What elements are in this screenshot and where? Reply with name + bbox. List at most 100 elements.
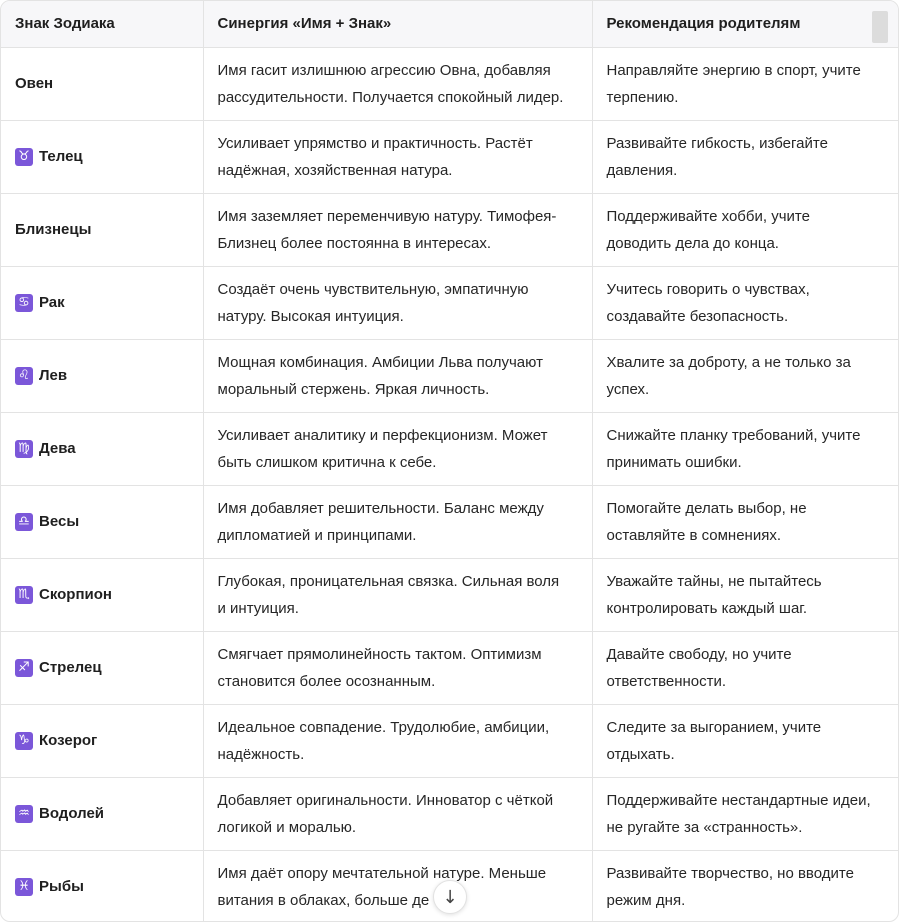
zodiac-sign-name: Рак <box>39 294 65 311</box>
synergy-line: витания в облаках, больше де <box>217 891 430 909</box>
zodiac-sign-cell: ♏ Скорпион <box>1 558 204 632</box>
pisces-icon: ♓ <box>15 877 33 896</box>
synergy-cell: Смягчает прямолинейность тактом. Оптимиз… <box>203 631 593 705</box>
zodiac-sign-cell: ♒ Водолей <box>1 777 204 851</box>
recommendation-line: Давайте свободу, но учите <box>606 645 792 663</box>
synergy-line: Добавляет оригинальности. Инноватор с чё… <box>217 791 554 809</box>
synergy-line: Близнец более постоянна в интересах. <box>217 234 492 252</box>
zodiac-sign-name: Стрелец <box>39 659 102 676</box>
zodiac-sign-cell: ♎ Весы <box>1 485 204 559</box>
synergy-cell: Мощная комбинация. Амбиции Льва получают… <box>203 339 593 413</box>
recommendation-line: не ругайте за «странность». <box>606 818 803 836</box>
recommendation-cell: Хвалите за доброту, а не только за успех. <box>592 339 898 413</box>
recommendation-line: давления. <box>606 161 678 179</box>
recommendation-line: принимать ошибки. <box>606 453 742 471</box>
synergy-line: Усиливает аналитику и перфекционизм. Мож… <box>217 426 548 444</box>
zodiac-sign-cell: Близнецы <box>1 193 204 267</box>
recommendation-line: Помогайте делать выбор, не <box>606 499 807 517</box>
table-row: ♌ Лев Мощная комбинация. Амбиции Льва полу… <box>1 339 898 413</box>
synergy-line: надёжная, хозяйственная натура. <box>217 161 453 179</box>
zodiac-table-container: Знак Зодиака Синергия «Имя + Знак» Реком… <box>0 0 899 922</box>
synergy-line: Мощная комбинация. Амбиции Льва получают <box>217 353 543 371</box>
zodiac-sign-name: Лев <box>39 367 68 384</box>
arrow-down-icon: ↓ <box>442 886 458 908</box>
synergy-cell: Усиливает аналитику и перфекционизм. Мож… <box>203 412 593 486</box>
synergy-line: и интуиция. <box>217 599 299 617</box>
synergy-line: Имя добавляет решительности. Баланс межд… <box>217 499 544 517</box>
recommendation-line: успех. <box>606 380 650 398</box>
synergy-line: становится более осознанным. <box>217 672 436 690</box>
synergy-line: Имя гасит излишнюю агрессию Овна, добавл… <box>217 61 551 79</box>
zodiac-sign-cell: ♓ Рыбы <box>1 850 204 921</box>
recommendation-cell: Поддерживайте нестандартные идеи, не руга… <box>592 777 898 851</box>
zodiac-sign-cell: ♑ Козерог <box>1 704 204 778</box>
recommendation-line: Хвалите за доброту, а не только за <box>606 353 851 371</box>
recommendation-cell: Помогайте делать выбор, не оставляйте в с… <box>592 485 898 559</box>
sagittarius-icon: ♐ <box>15 658 33 677</box>
synergy-line: Смягчает прямолинейность тактом. Оптимиз… <box>217 645 542 663</box>
leo-icon: ♌ <box>15 366 33 385</box>
table-row: ♏ Скорпион Глубокая, проницательная связка… <box>1 558 898 632</box>
synergy-cell: Имя заземляет переменчивую натуру. Тимоф… <box>203 193 593 267</box>
libra-icon: ♎ <box>15 512 33 531</box>
header-synergy: Синергия «Имя + Знак» <box>203 1 593 48</box>
taurus-icon: ♉ <box>15 147 33 166</box>
zodiac-sign-name: Скорпион <box>39 586 112 603</box>
table-row: ♒ Водолей Добавляет оригинальности. Иннова… <box>1 777 898 851</box>
recommendation-line: режим дня. <box>606 891 686 909</box>
synergy-cell: Добавляет оригинальности. Инноватор с чё… <box>203 777 593 851</box>
virgo-icon: ♍ <box>15 439 33 458</box>
synergy-line: натуру. Высокая интуиция. <box>217 307 404 325</box>
recommendation-line: создавайте безопасность. <box>606 307 789 325</box>
synergy-cell: Идеальное совпадение. Трудолюбие, амбици… <box>203 704 593 778</box>
recommendation-line: ответственности. <box>606 672 727 690</box>
zodiac-sign-cell: Овен <box>1 47 204 121</box>
recommendation-line: Уважайте тайны, не пытайтесь <box>606 572 822 590</box>
synergy-line: дипломатией и принципами. <box>217 526 417 544</box>
recommendation-line: Направляйте энергию в спорт, учите <box>606 61 861 79</box>
zodiac-sign-name: Козерог <box>39 732 98 749</box>
synergy-line: Имя даёт опору мечтательной натуре. Мень… <box>217 864 547 882</box>
zodiac-sign-name: Овен <box>15 75 54 92</box>
recommendation-line: контролировать каждый шаг. <box>606 599 808 617</box>
table-row: ♍ Дева Усиливает аналитику и перфекционизм… <box>1 412 898 486</box>
synergy-line: Имя заземляет переменчивую натуру. Тимоф… <box>217 207 557 225</box>
table-row: ♎ Весы Имя добавляет решительности. Баланс… <box>1 485 898 559</box>
recommendation-line: отдыхать. <box>606 745 675 763</box>
recommendation-line: Снижайте планку требований, учите <box>606 426 861 444</box>
scorpio-icon: ♏ <box>15 585 33 604</box>
recommendation-line: терпению. <box>606 88 679 106</box>
zodiac-sign-cell: ♐ Стрелец <box>1 631 204 705</box>
synergy-line: Идеальное совпадение. Трудолюбие, амбици… <box>217 718 550 736</box>
synergy-line: моральный стержень. Яркая личность. <box>217 380 490 398</box>
recommendation-line: Учитесь говорить о чувствах, <box>606 280 810 298</box>
synergy-cell: Усиливает упрямство и практичность. Раст… <box>203 120 593 194</box>
aquarius-icon: ♒ <box>15 804 33 823</box>
table-row: ♐ Стрелец Смягчает прямолинейность тактом.… <box>1 631 898 705</box>
zodiac-sign-cell: ♋ Рак <box>1 266 204 340</box>
scrollbar-thumb[interactable] <box>872 11 888 43</box>
zodiac-sign-name: Весы <box>39 513 80 530</box>
recommendation-line: Поддерживайте нестандартные идеи, <box>606 791 871 809</box>
synergy-line: Глубокая, проницательная связка. Сильная… <box>217 572 560 590</box>
synergy-line: Усиливает упрямство и практичность. Раст… <box>217 134 533 152</box>
zodiac-sign-name: Водолей <box>39 805 105 822</box>
zodiac-sign-cell: ♌ Лев <box>1 339 204 413</box>
zodiac-sign-cell: ♍ Дева <box>1 412 204 486</box>
recommendation-line: оставляйте в сомнениях. <box>606 526 782 544</box>
recommendation-line: Следите за выгоранием, учите <box>606 718 822 736</box>
recommendation-cell: Развивайте творчество, но вводите режим д… <box>592 850 898 921</box>
synergy-cell: Имя даёт опору мечтательной натуре. Мень… <box>203 850 593 921</box>
zodiac-sign-cell: ♉ Телец <box>1 120 204 194</box>
recommendation-line: Развивайте творчество, но вводите <box>606 864 854 882</box>
recommendation-line: доводить дела до конца. <box>606 234 779 252</box>
recommendation-cell: Поддерживайте хобби, учите доводить дела … <box>592 193 898 267</box>
synergy-line: Создаёт очень чувствительную, эмпатичную <box>217 280 529 298</box>
synergy-cell: Глубокая, проницательная связка. Сильная… <box>203 558 593 632</box>
table-row: ♋ Рак Создаёт очень чувствительную, эмпати… <box>1 266 898 340</box>
zodiac-sign-name: Телец <box>39 148 83 165</box>
header-zodiac-sign: Знак Зодиака <box>1 1 204 48</box>
recommendation-cell: Развивайте гибкость, избегайте давления. <box>592 120 898 194</box>
recommendation-cell: Учитесь говорить о чувствах, создавайте б… <box>592 266 898 340</box>
scroll-down-button[interactable]: ↓ <box>433 880 467 914</box>
